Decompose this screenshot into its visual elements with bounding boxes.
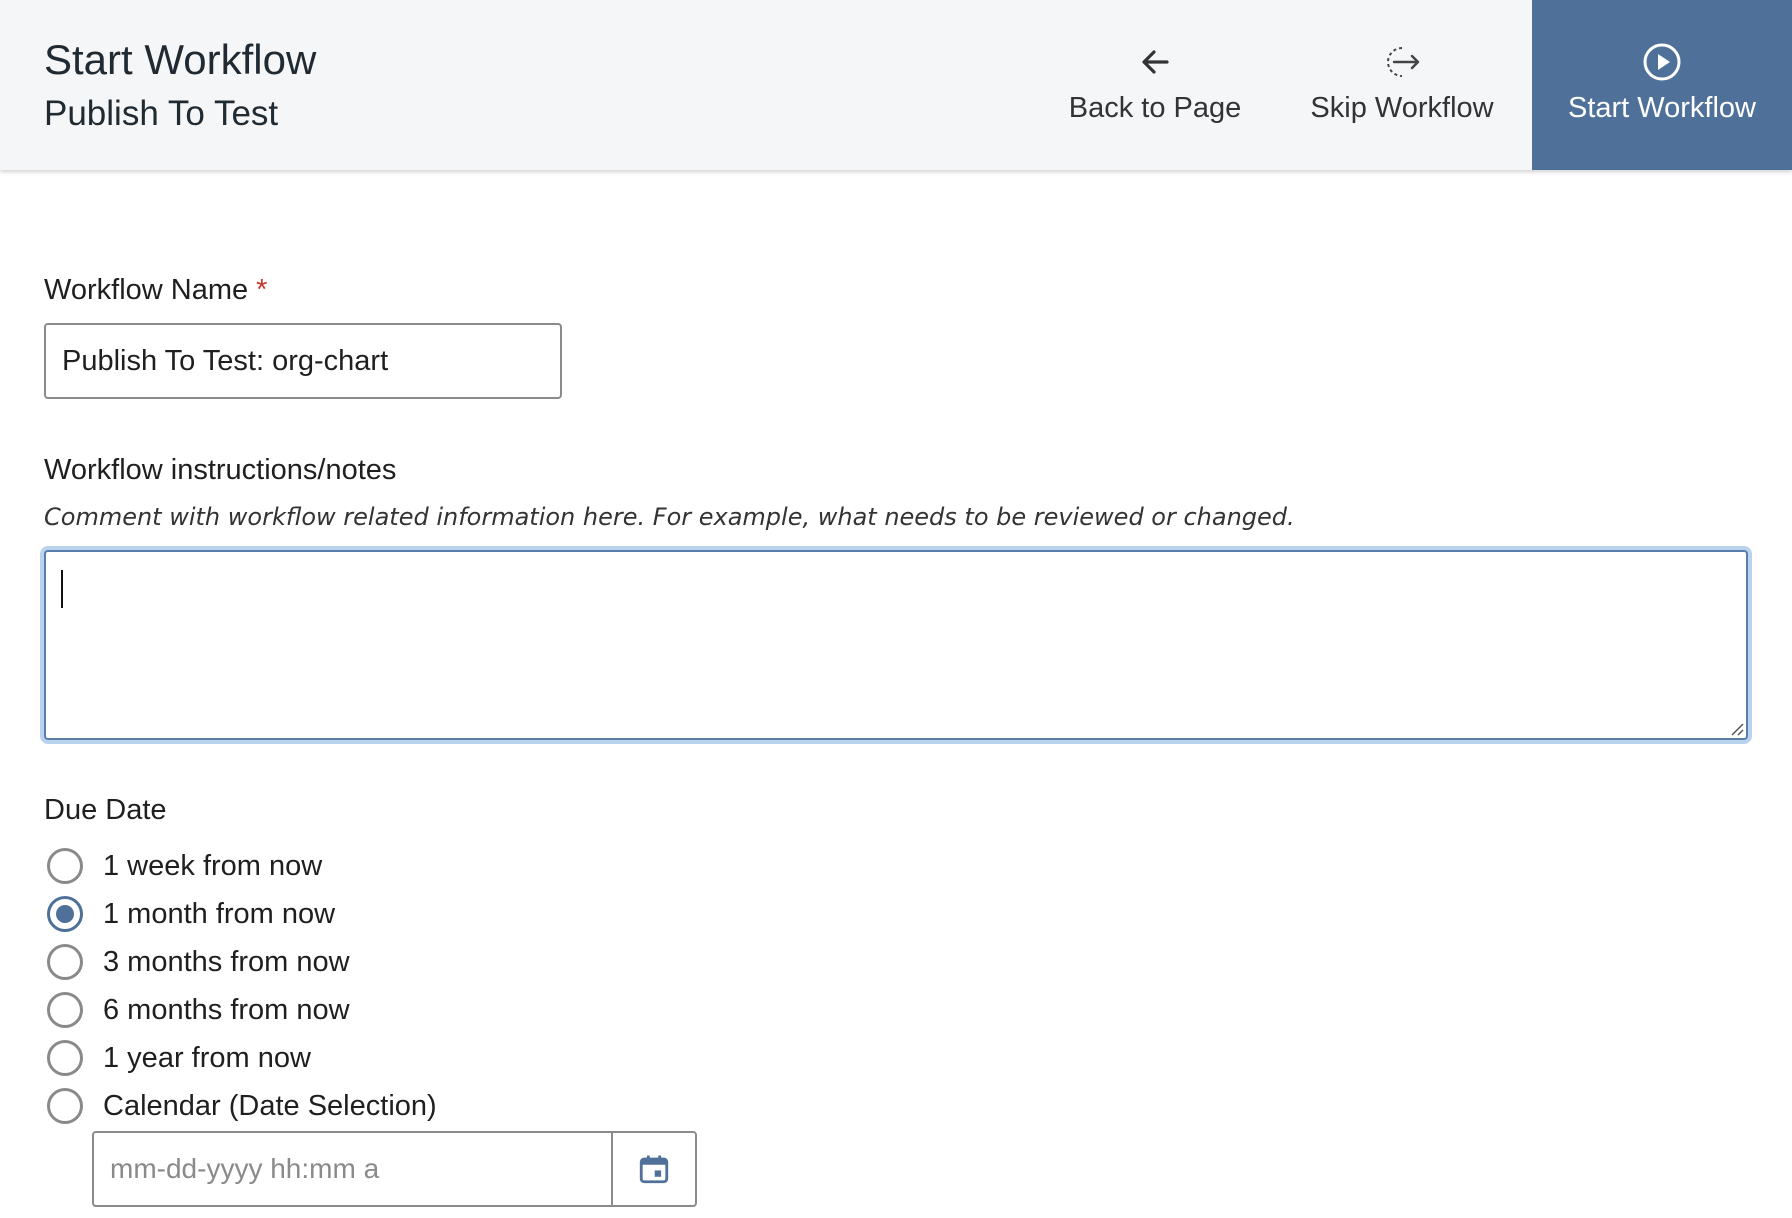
page-subtitle: Publish To Test <box>44 94 279 133</box>
start-workflow-button[interactable]: Start Workflow <box>1532 0 1792 170</box>
radio-label: Calendar (Date Selection) <box>103 1089 437 1122</box>
back-to-page-label: Back to Page <box>1068 92 1242 124</box>
workflow-name-label: Workflow Name * <box>44 272 267 308</box>
due-date-option-1-week[interactable]: 1 week from now <box>47 844 322 888</box>
play-circle-icon <box>1643 43 1681 81</box>
radio-label: 6 months from now <box>103 993 350 1026</box>
calendar-icon <box>639 1155 669 1184</box>
radio-label: 3 months from now <box>103 945 350 978</box>
workflow-notes-label: Workflow instructions/notes <box>44 454 397 486</box>
radio-button-checked[interactable] <box>47 896 83 932</box>
radio-button[interactable] <box>47 944 83 980</box>
arrow-left-icon <box>1142 50 1169 74</box>
required-marker: * <box>256 274 268 306</box>
radio-label: 1 month from now <box>103 897 336 930</box>
due-date-label: Due Date <box>44 794 167 826</box>
radio-button[interactable] <box>47 848 83 884</box>
workflow-name-input[interactable] <box>44 323 562 399</box>
radio-label: 1 week from now <box>103 849 323 882</box>
workflow-notes-hint: Comment with workflow related informatio… <box>44 503 1295 531</box>
page-title: Start Workflow <box>44 36 317 83</box>
due-date-option-6-months[interactable]: 6 months from now <box>47 988 350 1032</box>
resize-grip-icon[interactable] <box>1728 720 1744 736</box>
skip-workflow-button[interactable]: Skip Workflow <box>1302 0 1502 170</box>
radio-button[interactable] <box>47 992 83 1028</box>
radio-button[interactable] <box>47 1040 83 1076</box>
workflow-name-label-text: Workflow Name <box>44 274 249 306</box>
due-date-option-1-month[interactable]: 1 month from now <box>47 892 335 936</box>
radio-button[interactable] <box>47 1088 83 1124</box>
due-date-option-calendar[interactable]: Calendar (Date Selection) <box>47 1084 437 1128</box>
skip-workflow-label: Skip Workflow <box>1310 92 1494 124</box>
radio-label: 1 year from now <box>103 1041 311 1074</box>
workflow-notes-textarea[interactable] <box>44 550 1748 740</box>
text-caret <box>61 570 63 608</box>
start-workflow-label: Start Workflow <box>1567 92 1756 124</box>
due-date-input[interactable] <box>92 1131 612 1207</box>
workflow-header: Start Workflow Publish To Test Back to P… <box>0 0 1792 170</box>
due-date-option-3-months[interactable]: 3 months from now <box>47 940 350 984</box>
calendar-button[interactable] <box>611 1131 697 1207</box>
back-to-page-button[interactable]: Back to Page <box>1063 0 1247 170</box>
due-date-option-1-year[interactable]: 1 year from now <box>47 1036 311 1080</box>
skip-arrow-icon <box>1387 47 1420 77</box>
